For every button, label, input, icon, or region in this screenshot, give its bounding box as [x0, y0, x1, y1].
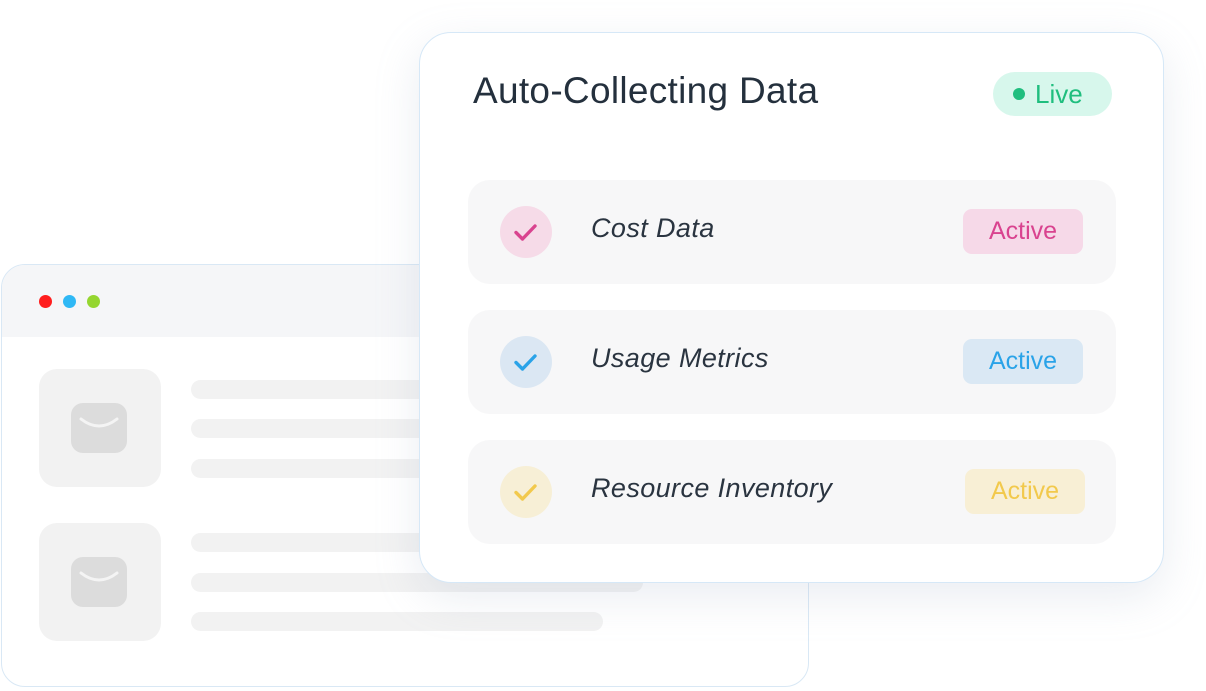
status-badge: Active: [965, 469, 1085, 514]
data-source-resource-inventory[interactable]: Resource Inventory Active: [468, 440, 1116, 544]
card-title: Auto-Collecting Data: [473, 70, 819, 111]
check-icon: [500, 466, 552, 518]
auto-collecting-card: Auto-Collecting Data Live Cost Data Acti…: [419, 32, 1164, 583]
maximize-dot[interactable]: [87, 295, 100, 308]
data-source-cost-data[interactable]: Cost Data Active: [468, 180, 1116, 284]
envelope-icon: [71, 403, 127, 453]
message-thumbnail: [39, 523, 161, 641]
status-badge: Active: [963, 209, 1083, 254]
item-label: Usage Metrics: [591, 343, 769, 373]
close-dot[interactable]: [39, 295, 52, 308]
status-badge: Active: [963, 339, 1083, 384]
item-label: Cost Data: [591, 213, 715, 243]
placeholder-line: [191, 612, 603, 631]
minimize-dot[interactable]: [63, 295, 76, 308]
live-dot-icon: [1013, 88, 1025, 100]
message-thumbnail: [39, 369, 161, 487]
data-source-usage-metrics[interactable]: Usage Metrics Active: [468, 310, 1116, 414]
item-label: Resource Inventory: [591, 473, 833, 503]
live-badge: Live: [993, 72, 1112, 116]
envelope-icon: [71, 557, 127, 607]
live-label: Live: [1035, 79, 1083, 109]
check-icon: [500, 206, 552, 258]
check-icon: [500, 336, 552, 388]
